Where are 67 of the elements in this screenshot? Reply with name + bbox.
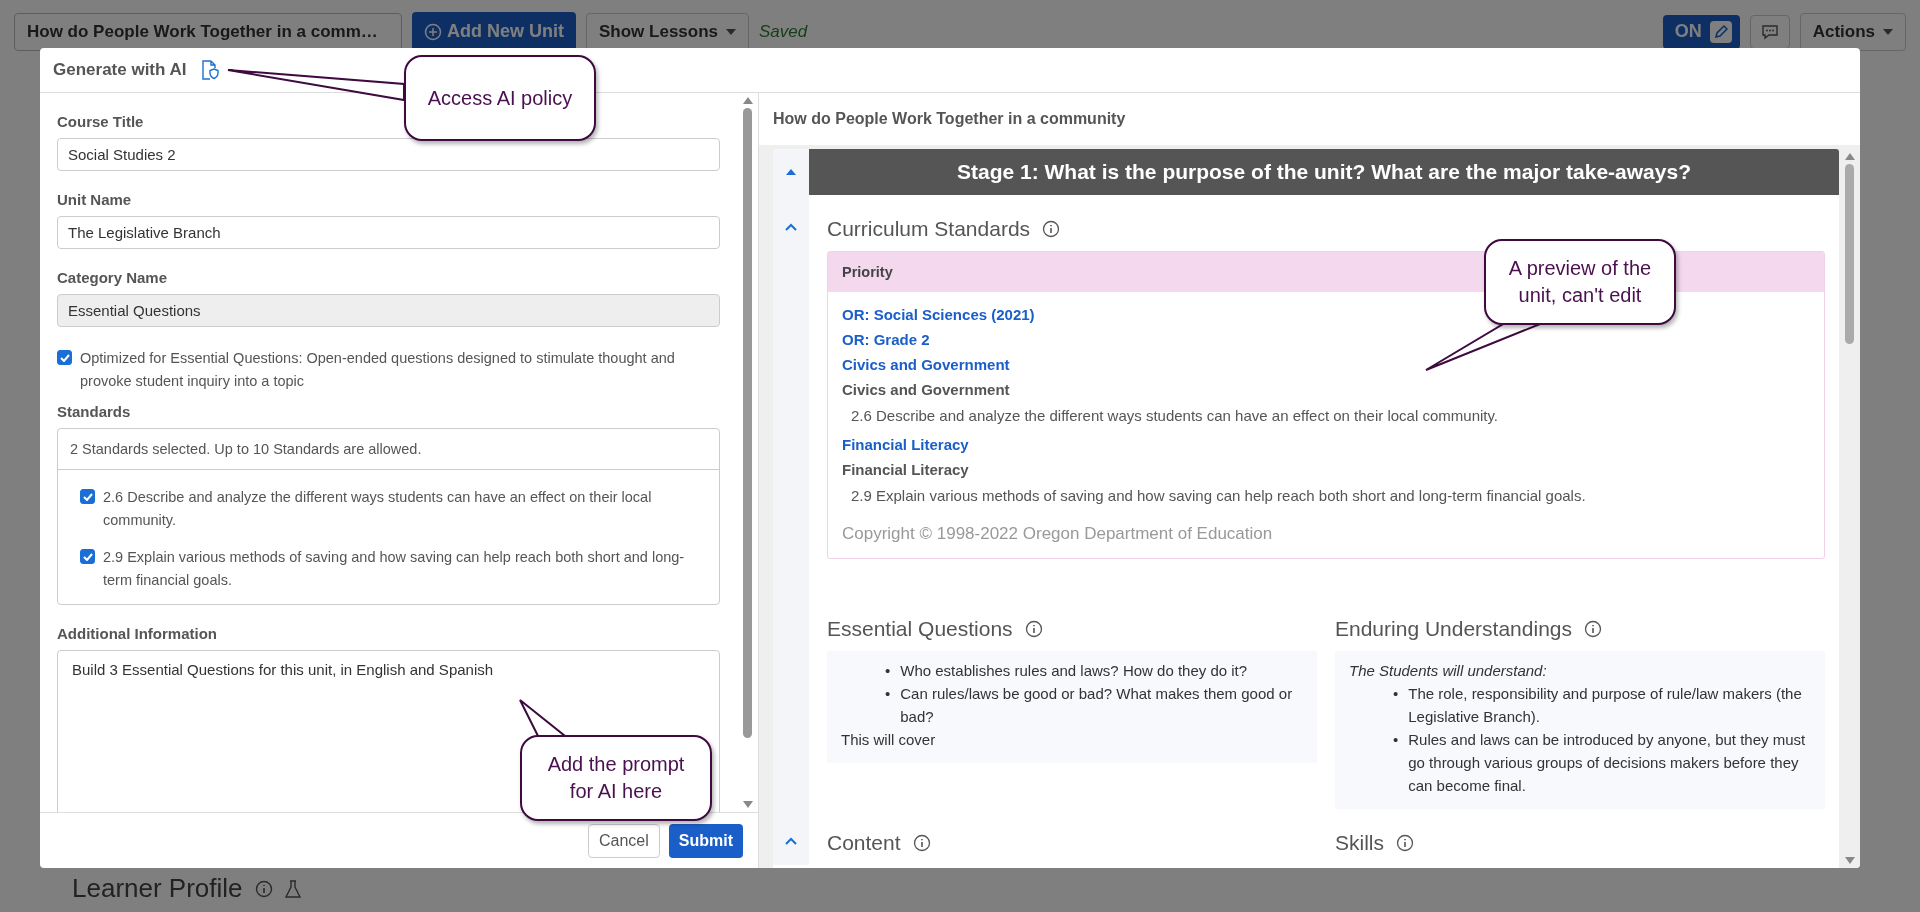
add-unit-button[interactable]: Add New Unit bbox=[412, 12, 576, 51]
standard-text: 2.9 Explain various methods of saving and how saving can help reach both short and long-term financial goals. bbox=[850, 486, 1586, 506]
bullet-text: Can rules/laws be good or bad? What makes them good or bad? bbox=[900, 684, 1294, 727]
standard-link[interactable]: OR: Social Sciences (2021) bbox=[842, 302, 1035, 327]
course-title-field[interactable]: Social Studies 2 bbox=[57, 138, 720, 171]
standard-link[interactable]: Financial Literacy bbox=[842, 432, 969, 457]
document-shield-icon[interactable] bbox=[200, 60, 219, 80]
info-icon[interactable] bbox=[912, 834, 931, 852]
section-heading: Content bbox=[827, 831, 901, 855]
list-marker: • bbox=[885, 661, 891, 681]
dialog-title: Generate with AI bbox=[53, 60, 187, 80]
pencil-icon bbox=[1709, 20, 1732, 43]
field-label: Standards bbox=[57, 403, 132, 420]
list-marker: • bbox=[1393, 730, 1399, 750]
field-label: Unit Name bbox=[57, 191, 133, 208]
section-heading: Enduring Understandings bbox=[1335, 617, 1572, 641]
comment-icon bbox=[1760, 23, 1779, 40]
show-lessons-dropdown[interactable]: Show Lessons bbox=[586, 12, 750, 51]
list-marker: • bbox=[885, 684, 891, 704]
standard-label: 2.9 Explain various methods of saving and how saving can help reach both short and long-term financial goals. bbox=[103, 548, 686, 590]
note-text: This will cover bbox=[841, 730, 937, 750]
actions-menu[interactable]: Actions bbox=[1799, 12, 1906, 51]
caret-icon bbox=[726, 28, 737, 35]
cancel-button[interactable]: Cancel bbox=[587, 823, 660, 858]
comment-button[interactable] bbox=[1749, 14, 1790, 49]
callout: Access AI policy bbox=[404, 55, 596, 141]
chevron-icon[interactable] bbox=[785, 837, 797, 845]
intro-text: The Students will understand: bbox=[1349, 661, 1548, 681]
stage-heading: Stage 1: What is the purpose of the unit? What are the major take-aways? bbox=[809, 149, 1839, 195]
submit-button[interactable]: Submit bbox=[668, 823, 743, 858]
section-heading: Curriculum Standards bbox=[827, 217, 1031, 241]
flask-icon bbox=[284, 879, 301, 898]
standard-link[interactable]: OR: Grade 2 bbox=[842, 327, 930, 352]
standard-group: Financial Literacy bbox=[842, 457, 969, 482]
info-icon[interactable] bbox=[1584, 620, 1602, 638]
bullet-text: The role, responsibility and purpose of rule/law makers (the Legislative Branch). bbox=[1408, 684, 1803, 727]
standards-summary: 2 Standards selected. Up to 10 Standards are allowed. bbox=[58, 429, 719, 470]
info-icon[interactable] bbox=[1396, 834, 1414, 852]
bullet-text: Who establishes rules and laws? How do they do it? bbox=[900, 661, 1248, 681]
chevron-icon[interactable] bbox=[785, 223, 797, 231]
caret-icon bbox=[1883, 28, 1893, 35]
collapse-stage-icon[interactable] bbox=[786, 169, 796, 175]
info-icon[interactable] bbox=[1024, 620, 1043, 638]
plus-circle-icon bbox=[424, 22, 442, 41]
list-marker: • bbox=[1393, 684, 1399, 704]
standard-link[interactable]: Civics and Government bbox=[842, 352, 1010, 377]
bullet-text: Rules and laws can be introduced by anyone, but they must go through various groups of decisions makers before they can become final. bbox=[1408, 730, 1807, 796]
save-status: Saved bbox=[759, 21, 808, 42]
checkbox[interactable] bbox=[80, 489, 95, 504]
info-icon bbox=[254, 879, 273, 898]
checkbox[interactable] bbox=[80, 549, 95, 564]
standard-group: Civics and Government bbox=[842, 377, 1010, 402]
copyright-text: Copyright © 1998-2022 Oregon Department of Education bbox=[842, 524, 1273, 544]
standard-label: 2.6 Describe and analyze the different ways students can have an effect on their local community. bbox=[103, 488, 653, 530]
standard-text: 2.6 Describe and analyze the different ways students can have an effect on their local community. bbox=[850, 406, 1499, 426]
preview-title: How do People Work Together in a community bbox=[772, 109, 1127, 129]
section-heading: Essential Questions bbox=[827, 617, 1013, 641]
field-label: Course Title bbox=[57, 113, 145, 130]
section-heading: Learner Profile bbox=[72, 873, 243, 904]
field-label: Category Name bbox=[57, 269, 169, 286]
field-label: Additional Information bbox=[57, 625, 218, 642]
edit-toggle[interactable]: ON bbox=[1662, 14, 1740, 49]
info-icon[interactable] bbox=[1042, 220, 1061, 238]
unit-name-field[interactable]: The Legislative Branch bbox=[57, 216, 720, 249]
checkbox-label: Optimized for Essential Questions: Open-ended questions designed to stimulate thought and provoke student inquiry into a topic bbox=[80, 349, 676, 391]
section-heading: Skills bbox=[1335, 831, 1384, 855]
checkbox[interactable] bbox=[57, 350, 72, 365]
